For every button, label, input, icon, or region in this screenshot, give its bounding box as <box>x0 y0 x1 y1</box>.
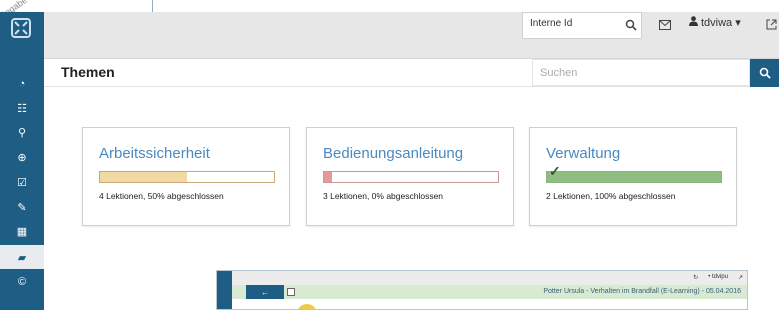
mini-refresh-icon: ↻ <box>693 275 699 281</box>
zoom-search-icon[interactable]: ⊕ <box>0 145 44 169</box>
progress-bar <box>323 171 499 183</box>
user-menu[interactable]: tdviwa ▾ <box>689 16 741 29</box>
progress-bar <box>99 171 275 183</box>
mini-header-icons: ↻ • tdvipu ↗ <box>693 274 743 281</box>
dashboard-icon[interactable]: ◔ <box>0 72 44 96</box>
app-frame: Eingabe (S ◔☷⚲⊕☑✎▦▰© Interne Id tdviwa <box>0 0 779 310</box>
topic-card[interactable]: Bedienungsanleitung 3 Lektionen, 0% abge… <box>306 127 514 226</box>
topic-card[interactable]: Arbeitssicherheit 4 Lektionen, 50% abges… <box>82 127 290 226</box>
mini-sidebar <box>217 271 232 309</box>
checklist-icon[interactable]: ☑ <box>0 170 44 194</box>
sidebar: ◔ ☷ ⚲ ⊕ ☑ ✎ ▦ ▰ © <box>0 12 44 310</box>
page-title: Themen <box>61 64 115 80</box>
search-icon[interactable]: ⚲ <box>0 120 44 144</box>
topic-search-field[interactable] <box>532 59 750 86</box>
copyright-icon[interactable]: © <box>0 270 44 294</box>
embedded-screenshot: ↻ • tdvipu ↗ ← Potter Ursula - Verhalten… <box>216 270 748 310</box>
top-header: Interne Id tdviwa ▾ <box>44 12 779 59</box>
id-search-field[interactable]: Interne Id <box>522 12 642 39</box>
mail-icon[interactable] <box>659 17 671 35</box>
mini-external-link-icon: ↗ <box>737 275 743 281</box>
check-icon: ✓ <box>549 163 561 179</box>
topic-search-input[interactable] <box>533 60 733 85</box>
outer-background <box>0 0 779 12</box>
chevron-down-icon: ▾ <box>735 17 741 29</box>
search-icon[interactable] <box>625 18 637 36</box>
id-search-value[interactable]: Interne Id <box>530 18 572 29</box>
page-title-bar: Themen <box>44 59 779 87</box>
outer-divider <box>152 0 153 12</box>
mini-title: Potter Ursula - Verhalten im Brandfall (… <box>543 288 741 295</box>
sitemap-icon[interactable]: ☷ <box>0 96 44 120</box>
topic-card[interactable]: Verwaltung ✓ 2 Lektionen, 100% abgeschlo… <box>529 127 737 226</box>
topic-progress-text: 2 Lektionen, 100% abgeschlossen <box>546 191 676 201</box>
mini-username: • tdvipu <box>708 274 728 280</box>
external-link-icon[interactable] <box>766 17 777 35</box>
topic-search-button[interactable] <box>750 59 779 87</box>
user-icon <box>689 16 698 29</box>
graduation-cap-icon[interactable]: ▰ <box>0 245 44 269</box>
progress-bar: ✓ <box>546 163 722 183</box>
topic-title[interactable]: Verwaltung <box>546 145 620 162</box>
progress-fill <box>100 172 187 182</box>
pencil-icon[interactable]: ✎ <box>0 195 44 219</box>
app-logo-icon[interactable] <box>9 16 33 40</box>
topic-progress-text: 4 Lektionen, 50% abgeschlossen <box>99 191 224 201</box>
topic-title[interactable]: Arbeitssicherheit <box>99 145 210 162</box>
topic-title[interactable]: Bedienungsanleitung <box>323 145 463 162</box>
mini-circle-graphic <box>297 304 317 309</box>
grid-icon[interactable]: ▦ <box>0 219 44 243</box>
progress-fill <box>324 172 332 182</box>
progress-fill <box>547 172 721 182</box>
username: tdviwa <box>701 16 733 29</box>
mini-header: ↻ • tdvipu ↗ <box>232 271 747 285</box>
mini-title-bar: ← Potter Ursula - Verhalten im Brandfall… <box>232 285 747 299</box>
mini-checkbox-icon <box>287 288 295 296</box>
search-icon <box>759 67 771 79</box>
topic-progress-text: 3 Lektionen, 0% abgeschlossen <box>323 191 444 201</box>
back-arrow-icon: ← <box>246 285 284 299</box>
